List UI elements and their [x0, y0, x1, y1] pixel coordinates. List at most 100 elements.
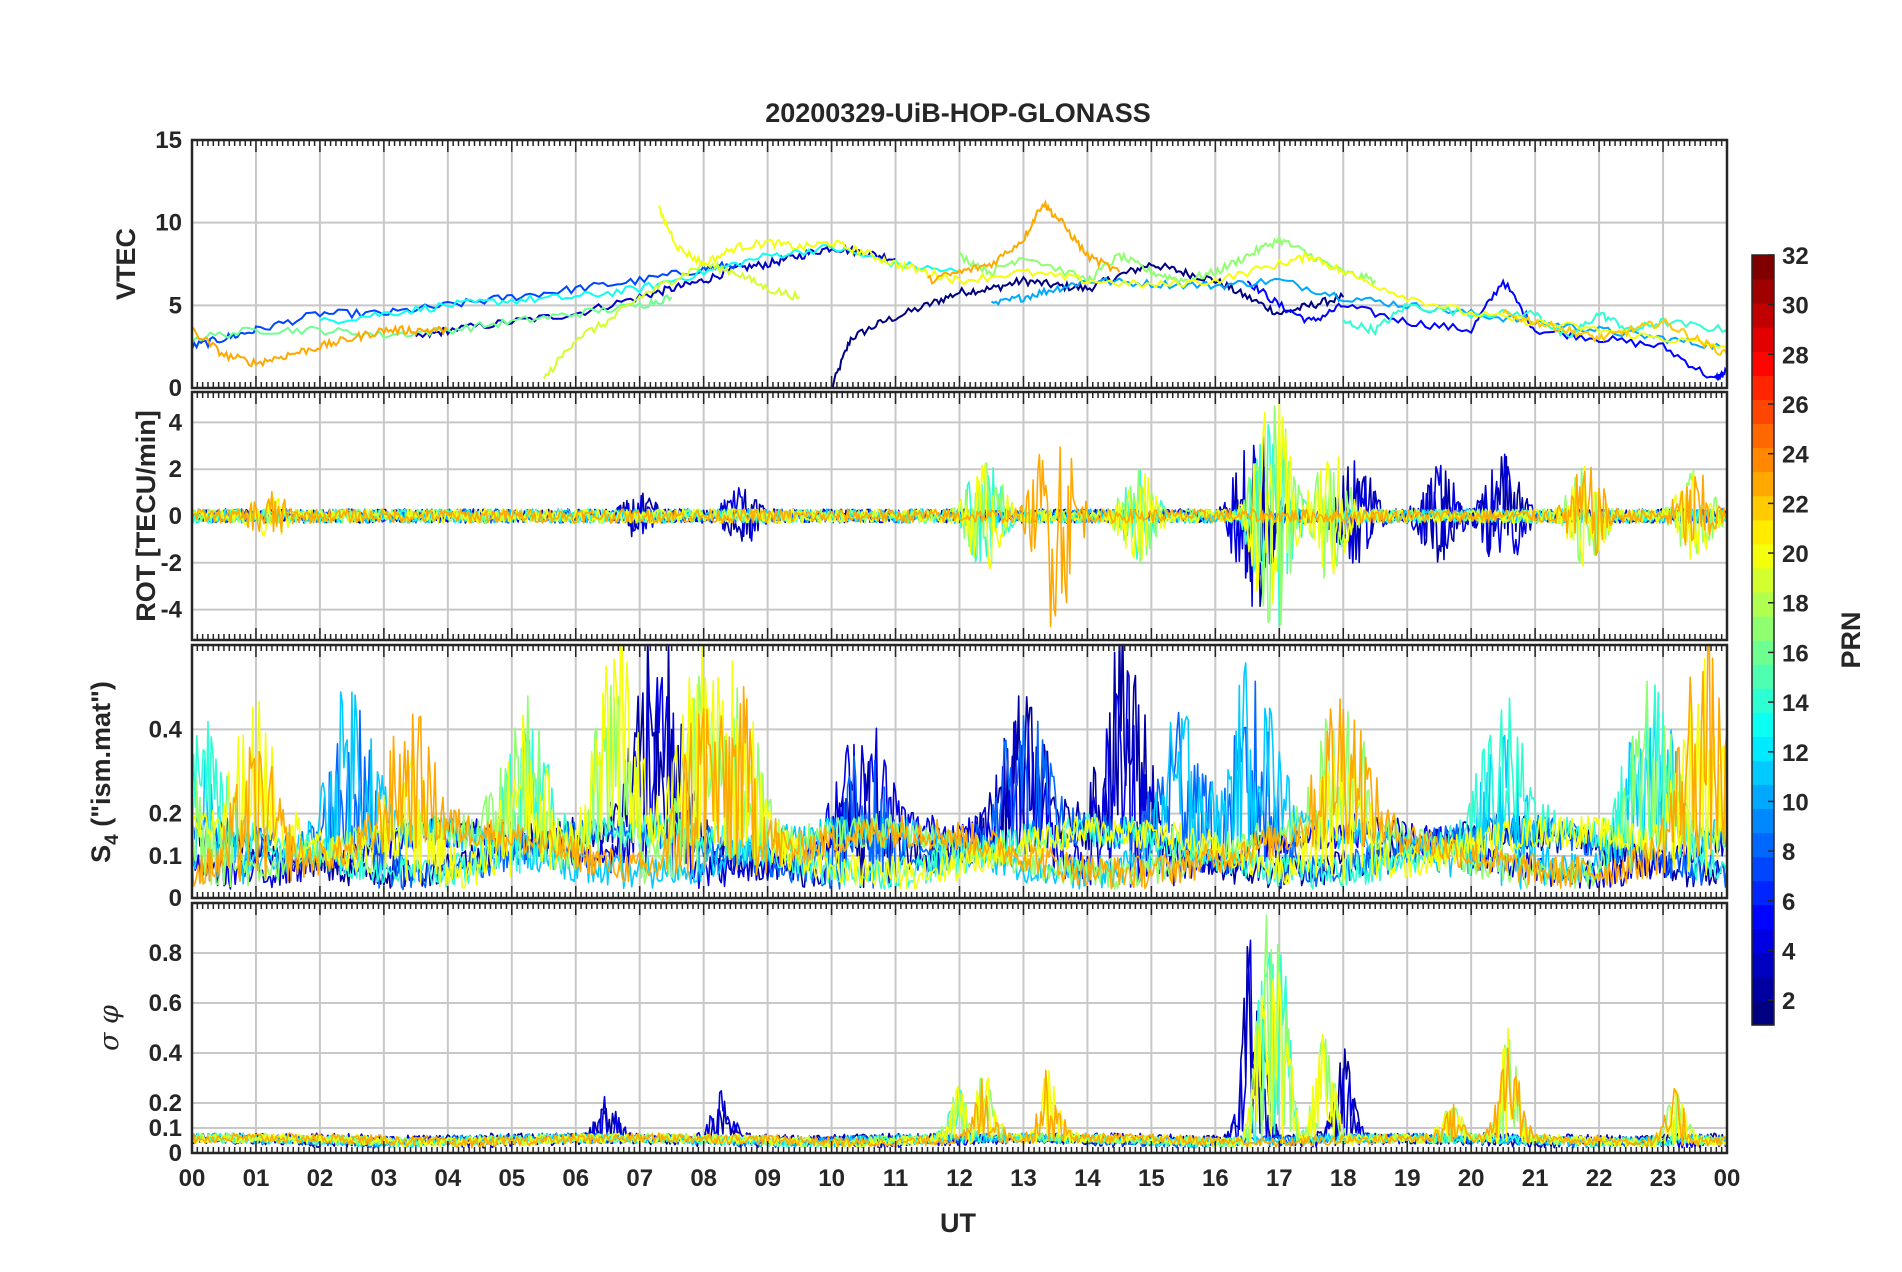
x-tick-labels: 00 01 02 03 04 05 06 07 08 09 10 11 12 13 14 15 16 17 18 19…: [179, 1165, 1741, 1192]
y-tick-label: 0.1: [149, 843, 182, 870]
s4-ylabel: S4 ("ism.mat"): [86, 681, 123, 863]
colorbar-tick-label: 24: [1782, 442, 1809, 469]
s4-ylabel-main: S: [86, 845, 116, 863]
y-tick-label: 0: [169, 885, 182, 912]
x-tick-label: 21: [1522, 1165, 1549, 1192]
y-tick-label: 0: [169, 1140, 182, 1167]
x-tick-label: 17: [1266, 1165, 1293, 1192]
colorbar-tick-label: 4: [1782, 938, 1796, 965]
colorbar-swatch: [1752, 399, 1774, 425]
chart-title: 20200329-UiB-HOP-GLONASS: [765, 98, 1151, 128]
x-tick-label: 18: [1330, 1165, 1357, 1192]
panel-sigma-phi: 00.10.2 0.4 0.6 0.8: [149, 901, 1729, 1167]
x-tick-label: 14: [1074, 1165, 1101, 1192]
colorbar-swatch: [1752, 688, 1774, 713]
colorbar-tick-label: 30: [1782, 293, 1809, 320]
colorbar-swatch: [1752, 712, 1774, 737]
colorbar: 2468101214161820222426283032: [1751, 243, 1809, 1026]
x-tick-label: 01: [243, 1165, 270, 1192]
colorbar-tick-label: 22: [1782, 491, 1809, 518]
colorbar-tick-label: 28: [1782, 342, 1809, 369]
y-tick-label: 0.6: [149, 990, 182, 1017]
colorbar-swatch: [1752, 664, 1774, 689]
colorbar-swatch: [1752, 952, 1774, 978]
x-tick-label: 08: [690, 1165, 717, 1192]
colorbar-swatch: [1752, 495, 1774, 521]
x-tick-label: 05: [498, 1165, 525, 1192]
y-tick-label: 0.8: [149, 940, 182, 967]
x-tick-label: 00: [179, 1165, 206, 1192]
y-tick-label: 15: [155, 127, 182, 154]
y-tick-label: 0.1: [149, 1115, 182, 1142]
y-tick-label: 5: [169, 292, 182, 319]
colorbar-tick-label: 6: [1782, 889, 1795, 916]
figure: 20200329-UiB-HOP-GLONASS 051015 -4-2024 …: [86, 98, 1866, 1238]
colorbar-swatch: [1752, 928, 1774, 954]
x-tick-label: 12: [946, 1165, 973, 1192]
colorbar-tick-label: 8: [1782, 839, 1795, 866]
colorbar-swatch: [1752, 327, 1774, 352]
colorbar-swatch: [1752, 856, 1774, 882]
x-tick-label: 06: [562, 1165, 589, 1192]
colorbar-tick-label: 10: [1782, 789, 1809, 816]
y-tick-label: 10: [155, 210, 182, 237]
colorbar-swatch: [1752, 904, 1774, 930]
y-tick-label: 0.2: [149, 1090, 182, 1117]
colorbar-swatch: [1752, 784, 1774, 810]
y-tick-label: 4: [169, 409, 183, 436]
x-tick-label: 15: [1138, 1165, 1165, 1192]
colorbar-swatch: [1752, 567, 1774, 593]
y-tick-label: 0: [169, 375, 182, 402]
colorbar-tick-label: 26: [1782, 392, 1809, 419]
colorbar-swatch: [1752, 880, 1774, 906]
x-tick-label: 03: [371, 1165, 398, 1192]
colorbar-swatch: [1752, 832, 1774, 858]
colorbar-swatch: [1752, 447, 1774, 473]
y-tick-label: 2: [169, 456, 182, 483]
y-tick-label: -2: [161, 550, 182, 577]
colorbar-tick-label: 18: [1782, 591, 1809, 618]
x-tick-label: 11: [883, 1165, 908, 1192]
colorbar-label: PRN: [1836, 611, 1866, 668]
colorbar-swatch: [1752, 1000, 1774, 1026]
colorbar-swatch: [1752, 471, 1774, 497]
x-axis-label: UT: [940, 1208, 976, 1238]
colorbar-swatch: [1752, 519, 1774, 545]
colorbar-swatch: [1752, 976, 1774, 1002]
x-tick-label: 19: [1394, 1165, 1421, 1192]
x-tick-label: 23: [1650, 1165, 1677, 1192]
colorbar-tick-label: 16: [1782, 640, 1809, 667]
vtec-ylabel: VTEC: [111, 228, 141, 300]
colorbar-swatch: [1752, 375, 1774, 400]
colorbar-swatch: [1752, 279, 1774, 304]
y-tick-label: 0: [169, 503, 182, 530]
x-tick-label: 16: [1202, 1165, 1229, 1192]
panel-s4: 0 0.1 0.2 0.4: [149, 643, 1729, 912]
colorbar-swatch: [1752, 423, 1774, 449]
x-tick-label: 20: [1458, 1165, 1485, 1192]
colorbar-tick-label: 12: [1782, 740, 1809, 767]
colorbar-swatch: [1752, 615, 1774, 641]
vtec-series-line: [657, 205, 1727, 349]
x-tick-label: 13: [1010, 1165, 1037, 1192]
y-tick-label: 0.4: [149, 716, 183, 743]
x-tick-label: 09: [754, 1165, 781, 1192]
colorbar-tick-label: 32: [1782, 243, 1809, 270]
colorbar-swatch: [1752, 303, 1774, 328]
s4-ylabel-sub: 4: [102, 834, 123, 845]
rot-ylabel: ROT [TECU/min]: [131, 410, 161, 621]
colorbar-swatch: [1752, 808, 1774, 834]
vtec-series-line: [415, 244, 896, 339]
colorbar-swatch: [1752, 760, 1774, 785]
sigma-phi-ylabel: σ φ: [94, 1005, 125, 1051]
colorbar-swatch: [1752, 255, 1774, 280]
x-tick-label: 22: [1586, 1165, 1613, 1192]
panel-vtec: 0 5 10 15: [155, 127, 1729, 402]
x-tick-label: 02: [307, 1165, 334, 1192]
x-tick-label: 04: [434, 1165, 461, 1192]
vtec-series-line: [542, 259, 800, 379]
y-tick-label: 0.4: [149, 1040, 183, 1067]
x-tick-label: 07: [626, 1165, 653, 1192]
colorbar-swatch: [1752, 591, 1774, 617]
colorbar-tick-label: 20: [1782, 541, 1809, 568]
